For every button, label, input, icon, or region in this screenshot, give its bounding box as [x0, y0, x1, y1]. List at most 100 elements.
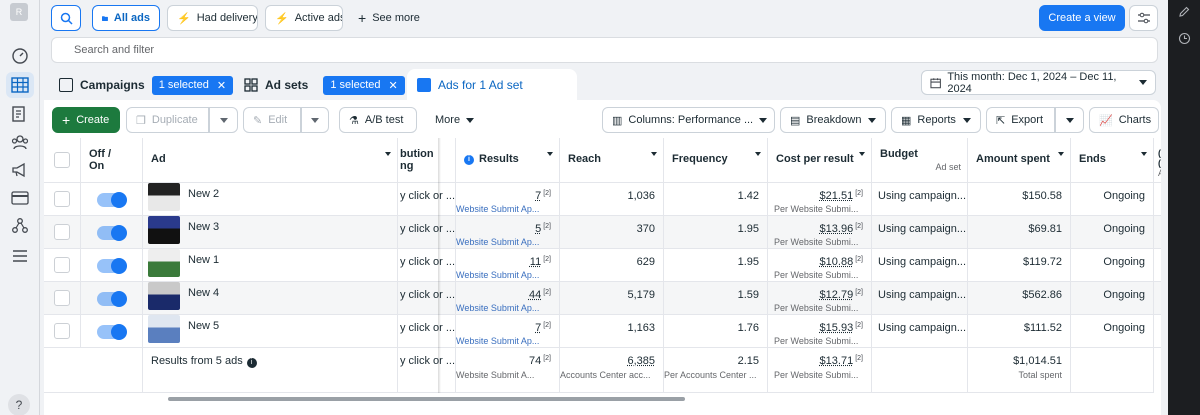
row-results-value: 5 [2] [456, 223, 551, 235]
row-ends-cell: Ongoing [1071, 315, 1154, 348]
summary-amount-value: $1,014.51 [1013, 355, 1062, 367]
create-label: Create [76, 114, 110, 126]
header-ad[interactable]: Ad [143, 138, 398, 183]
header-off-on[interactable]: Off / On [81, 138, 143, 183]
row-ends-cell: Ongoing [1071, 249, 1154, 282]
tab-campaigns[interactable]: Campaigns 1 selected ✕ [49, 69, 243, 101]
plus-icon: + [358, 10, 367, 26]
duplicate-dropdown[interactable] [209, 107, 238, 133]
reports-icon: ▦ [901, 114, 912, 127]
summary-ends-cell [1071, 348, 1154, 393]
tab-ads[interactable]: Ads for 1 Ad set [407, 69, 577, 101]
header-frequency[interactable]: Frequency [664, 138, 768, 183]
row-checkbox[interactable] [54, 224, 70, 240]
header-results[interactable]: i Results [456, 138, 560, 183]
customize-view-button[interactable] [1129, 5, 1158, 31]
columns-button[interactable]: ▥ Columns: Performance ... [602, 107, 775, 133]
row-checkbox[interactable] [54, 257, 70, 273]
date-range-picker[interactable]: This month: Dec 1, 2024 – Dec 11, 2024 [921, 70, 1156, 95]
row-ad-name-cell[interactable]: New 5 [143, 315, 398, 348]
row-cpr-number: $21.51 [819, 190, 854, 202]
reports-label: Reports [917, 114, 956, 126]
speedometer-icon[interactable] [10, 46, 30, 66]
row-results-cell: 11 [2] Website Submit Ap... [456, 249, 560, 282]
help-button[interactable]: ? [8, 394, 30, 415]
row-cost-per-result-cell: $10.88 [2] Per Website Submi... [768, 249, 872, 282]
create-button[interactable]: + Create [52, 107, 120, 133]
row-checkbox[interactable] [54, 290, 70, 306]
row-ad-name-cell[interactable]: New 2 [143, 183, 398, 216]
header-reach[interactable]: Reach [560, 138, 664, 183]
header-budget[interactable]: Budget Ad set [872, 138, 968, 183]
footnote-marker: [2] [543, 355, 551, 362]
header-attribution[interactable]: bution ng [398, 138, 456, 183]
more-button[interactable]: More [425, 107, 483, 133]
header-select-all [44, 138, 81, 183]
row-ad-name-cell[interactable]: New 1 [143, 249, 398, 282]
chevron-down-icon [385, 152, 391, 156]
summary-cpr-number: $13.71 [819, 355, 854, 367]
pencil-icon[interactable] [1176, 4, 1192, 20]
close-icon[interactable]: ✕ [389, 79, 398, 92]
create-view-button[interactable]: Create a view [1039, 5, 1125, 31]
chart-icon: 📈 [1099, 114, 1113, 127]
account-avatar[interactable]: R [10, 3, 28, 21]
view-all-ads[interactable]: All ads [92, 5, 160, 31]
adsets-selected-pill[interactable]: 1 selected ✕ [323, 75, 405, 95]
history-clock-icon[interactable] [1176, 30, 1192, 46]
row-ad-name: New 5 [188, 320, 220, 332]
export-dropdown[interactable] [1055, 107, 1084, 133]
view-active-ads[interactable]: ⚡ Active ads [265, 5, 343, 31]
view-had-delivery[interactable]: ⚡ Had delivery [167, 5, 258, 31]
row-cost-per-result-cell: $13.96 [2] Per Website Submi... [768, 216, 872, 249]
summary-reach-sublabel: Accounts Center acc... [560, 370, 651, 380]
campaigns-selected-pill[interactable]: 1 selected ✕ [151, 75, 234, 95]
search-input[interactable]: Search and filter [51, 37, 1158, 63]
close-icon[interactable]: ✕ [217, 79, 226, 92]
footnote-marker: [2] [543, 256, 551, 263]
header-amount-spent[interactable]: Amount spent [968, 138, 1071, 183]
summary-results-value: 74 [2] [456, 355, 551, 367]
row-checkbox[interactable] [54, 191, 70, 207]
row-ad-name-cell[interactable]: New 4 [143, 282, 398, 315]
row-ad-name-cell[interactable]: New 3 [143, 216, 398, 249]
select-all-checkbox[interactable] [54, 152, 70, 168]
row-amount-spent-value: $111.52 [1023, 322, 1062, 334]
row-results-number: 5 [535, 223, 542, 235]
reports-button[interactable]: ▦ Reports [891, 107, 981, 133]
search-button[interactable] [51, 5, 81, 31]
header-ends[interactable]: Ends [1071, 138, 1154, 183]
megaphone-icon[interactable] [10, 160, 30, 180]
export-label: Export [1011, 114, 1044, 126]
calendar-icon [930, 77, 941, 88]
footnote-marker: [2] [543, 190, 551, 197]
row-ends-value: Ongoing [1103, 322, 1145, 334]
chevron-down-icon [1141, 152, 1147, 156]
charts-button[interactable]: 📈 Charts [1089, 107, 1159, 133]
tab-ad-sets[interactable]: Ad sets 1 selected ✕ [234, 69, 415, 101]
row-frequency-cell: 1.59 [664, 282, 768, 315]
summary-reach-value: 6,385 [627, 355, 655, 367]
row-checkbox[interactable] [54, 323, 70, 339]
row-results-cell: 7 [2] Website Submit Ap... [456, 183, 560, 216]
breakdown-button[interactable]: ▤ Breakdown [780, 107, 886, 133]
menu-icon[interactable] [10, 246, 30, 266]
pages-icon[interactable] [10, 104, 30, 124]
edit-button[interactable]: ✎ Edit [243, 107, 301, 133]
header-next-column[interactable]: ((A [1154, 138, 1161, 183]
export-button[interactable]: ⇱ Export [986, 107, 1055, 133]
edit-dropdown[interactable] [301, 107, 329, 133]
info-icon[interactable]: i [246, 358, 257, 368]
ab-test-button[interactable]: ⚗ A/B test [339, 107, 417, 133]
duplicate-button[interactable]: ❐ Duplicate [126, 107, 209, 133]
row-attribution-cell: y click or ... [398, 282, 456, 315]
business-settings-icon[interactable] [10, 216, 30, 236]
header-cost-per-result[interactable]: Cost per result [768, 138, 872, 183]
billing-card-icon[interactable] [10, 188, 30, 208]
audiences-icon[interactable] [10, 132, 30, 152]
see-more-views-button[interactable]: + See more [348, 5, 428, 31]
horizontal-scrollbar[interactable] [168, 397, 685, 401]
ads-manager-table-icon[interactable] [6, 72, 34, 98]
right-utility-bar [1168, 0, 1200, 415]
row-cpr-value: $21.51 [2] [774, 190, 863, 202]
